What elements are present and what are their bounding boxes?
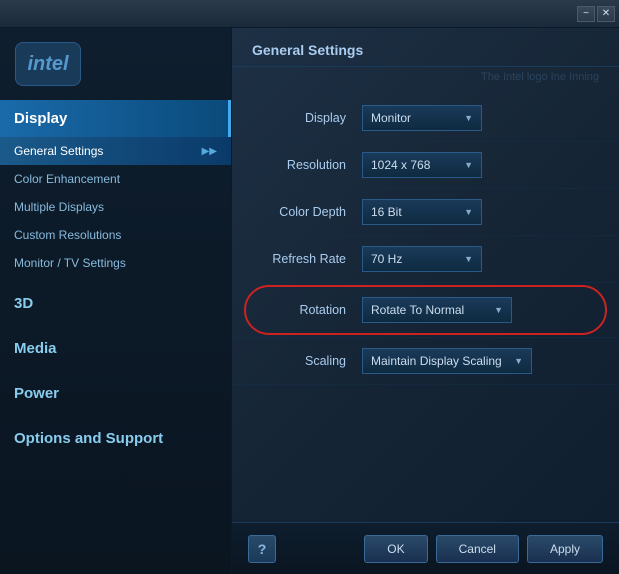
intel-logo-text: intel xyxy=(27,53,68,76)
refresh-rate-setting-row: Refresh Rate 70 Hz ▼ xyxy=(232,236,619,283)
scaling-setting-row: Scaling Maintain Display Scaling ▼ xyxy=(232,338,619,385)
cancel-button[interactable]: Cancel xyxy=(436,535,519,563)
sidebar-item-3d[interactable]: 3D xyxy=(0,285,231,322)
rotation-setting-row: Rotation Rotate To Normal ▼ xyxy=(232,283,619,338)
scaling-control: Maintain Display Scaling ▼ xyxy=(362,348,599,374)
sidebar-item-multiple-displays[interactable]: Multiple Displays xyxy=(0,193,231,221)
settings-panel: Display Monitor ▼ Resolution 1024 x 768 … xyxy=(232,87,619,522)
refresh-rate-label: Refresh Rate xyxy=(252,252,362,266)
display-setting-row: Display Monitor ▼ xyxy=(232,95,619,142)
dropdown-arrow-icon: ▼ xyxy=(494,305,503,315)
apply-button[interactable]: Apply xyxy=(527,535,603,563)
resolution-label: Resolution xyxy=(252,158,362,172)
color-depth-control: 16 Bit ▼ xyxy=(362,199,599,225)
resolution-dropdown[interactable]: 1024 x 768 ▼ xyxy=(362,152,482,178)
color-depth-dropdown[interactable]: 16 Bit ▼ xyxy=(362,199,482,225)
rotation-dropdown[interactable]: Rotate To Normal ▼ xyxy=(362,297,512,323)
content-header: General Settings xyxy=(232,28,619,67)
resolution-control: 1024 x 768 ▼ xyxy=(362,152,599,178)
sidebar-item-media[interactable]: Media xyxy=(0,330,231,367)
rotation-label: Rotation xyxy=(252,303,362,317)
app-container: intel Display General Settings ▶▶ Color … xyxy=(0,28,619,574)
sidebar-item-power[interactable]: Power xyxy=(0,375,231,412)
minimize-button[interactable]: − xyxy=(577,6,595,22)
display-dropdown[interactable]: Monitor ▼ xyxy=(362,105,482,131)
close-button[interactable]: ✕ xyxy=(597,6,615,22)
scaling-dropdown[interactable]: Maintain Display Scaling ▼ xyxy=(362,348,532,374)
sidebar: intel Display General Settings ▶▶ Color … xyxy=(0,28,232,574)
help-button[interactable]: ? xyxy=(248,535,276,563)
content-area: General Settings The Intel logo Ine Inni… xyxy=(232,28,619,574)
color-depth-label: Color Depth xyxy=(252,205,362,219)
refresh-rate-dropdown[interactable]: 70 Hz ▼ xyxy=(362,246,482,272)
sidebar-item-display[interactable]: Display xyxy=(0,100,231,137)
intel-logo: intel xyxy=(12,38,84,90)
dropdown-arrow-icon: ▼ xyxy=(464,254,473,264)
ok-button[interactable]: OK xyxy=(364,535,427,563)
title-bar-controls: − ✕ xyxy=(577,6,615,22)
resolution-setting-row: Resolution 1024 x 768 ▼ xyxy=(232,142,619,189)
sidebar-item-color-enhancement[interactable]: Color Enhancement xyxy=(0,165,231,193)
arrow-icon: ▶▶ xyxy=(202,146,217,157)
display-control: Monitor ▼ xyxy=(362,105,599,131)
color-depth-setting-row: Color Depth 16 Bit ▼ xyxy=(232,189,619,236)
sidebar-item-custom-resolutions[interactable]: Custom Resolutions xyxy=(0,221,231,249)
title-bar: − ✕ xyxy=(0,0,619,28)
refresh-rate-control: 70 Hz ▼ xyxy=(362,246,599,272)
bottom-right: OK Cancel Apply xyxy=(364,535,603,563)
sidebar-item-options-support[interactable]: Options and Support xyxy=(0,420,231,457)
rotation-control: Rotate To Normal ▼ xyxy=(362,297,599,323)
dropdown-arrow-icon: ▼ xyxy=(464,113,473,123)
dropdown-arrow-icon: ▼ xyxy=(514,356,523,366)
bottom-bar: ? OK Cancel Apply xyxy=(232,522,619,574)
bottom-left: ? xyxy=(248,535,276,563)
dropdown-arrow-icon: ▼ xyxy=(464,160,473,170)
scaling-label: Scaling xyxy=(252,354,362,368)
sidebar-item-monitor-tv[interactable]: Monitor / TV Settings xyxy=(0,249,231,277)
display-label: Display xyxy=(252,111,362,125)
dropdown-arrow-icon: ▼ xyxy=(464,207,473,217)
content-watermark: The Intel logo Ine Inning xyxy=(232,67,619,87)
sidebar-item-general-settings[interactable]: General Settings ▶▶ xyxy=(0,137,231,165)
